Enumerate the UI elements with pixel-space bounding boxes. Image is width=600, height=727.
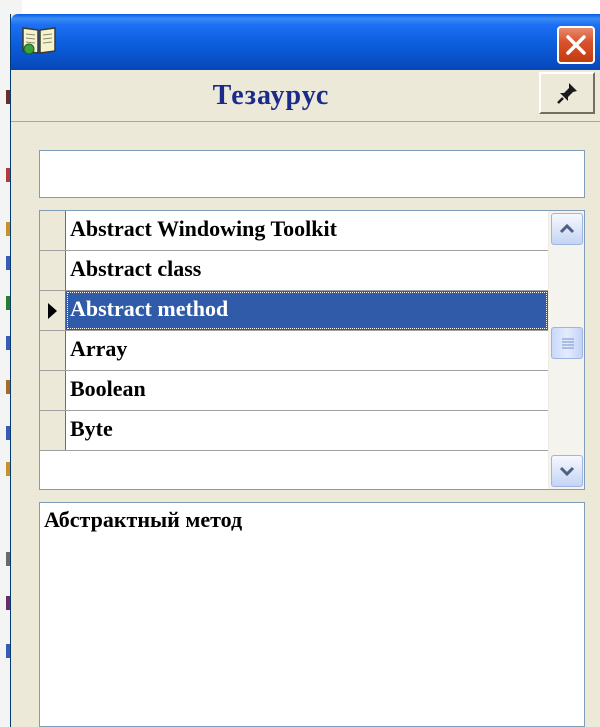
book-icon[interactable] bbox=[21, 24, 57, 56]
pin-button[interactable] bbox=[539, 72, 595, 114]
description-box[interactable]: Абстрактный метод bbox=[39, 502, 585, 727]
row-selector[interactable] bbox=[40, 331, 66, 370]
row-pointer-icon bbox=[48, 303, 57, 319]
chevron-down-icon bbox=[559, 466, 575, 477]
row-selector[interactable] bbox=[40, 371, 66, 410]
scroll-grip-icon bbox=[562, 338, 574, 349]
table-row[interactable]: Abstract Windowing Toolkit bbox=[40, 211, 548, 251]
scroll-thumb[interactable] bbox=[551, 327, 583, 359]
thesaurus-window: Тезаурус Abstract Windowing Toolkit Abstr… bbox=[10, 14, 600, 727]
chevron-up-icon bbox=[559, 223, 575, 234]
page-title: Тезаурус bbox=[212, 80, 330, 111]
term-cell[interactable]: Abstract Windowing Toolkit bbox=[66, 211, 548, 250]
vertical-scrollbar[interactable] bbox=[548, 211, 584, 489]
term-cell[interactable]: Byte bbox=[66, 411, 548, 450]
row-selector[interactable] bbox=[40, 251, 66, 290]
close-icon bbox=[566, 35, 586, 55]
pin-icon bbox=[557, 83, 577, 104]
scroll-down-button[interactable] bbox=[551, 455, 583, 487]
table-row[interactable]: Byte bbox=[40, 411, 548, 451]
scroll-up-button[interactable] bbox=[551, 213, 583, 245]
search-input[interactable] bbox=[39, 150, 585, 198]
row-selector[interactable] bbox=[40, 291, 66, 330]
close-button[interactable] bbox=[557, 26, 595, 64]
table-row[interactable]: Abstract class bbox=[40, 251, 548, 291]
table-row[interactable]: Array bbox=[40, 331, 548, 371]
term-cell[interactable]: Boolean bbox=[66, 371, 548, 410]
description-text: Абстрактный метод bbox=[44, 507, 243, 532]
title-bar[interactable] bbox=[11, 14, 600, 70]
term-cell[interactable]: Array bbox=[66, 331, 548, 370]
term-grid: Abstract Windowing Toolkit Abstract class… bbox=[39, 210, 585, 490]
table-row[interactable]: Boolean bbox=[40, 371, 548, 411]
row-selector[interactable] bbox=[40, 211, 66, 250]
content-panel: Abstract Windowing Toolkit Abstract class… bbox=[25, 122, 600, 727]
row-selector[interactable] bbox=[40, 411, 66, 450]
term-cell[interactable]: Abstract class bbox=[66, 251, 548, 290]
header-row: Тезаурус bbox=[11, 70, 600, 122]
table-row[interactable]: Abstract method bbox=[40, 291, 548, 331]
term-cell[interactable]: Abstract method bbox=[66, 291, 548, 330]
